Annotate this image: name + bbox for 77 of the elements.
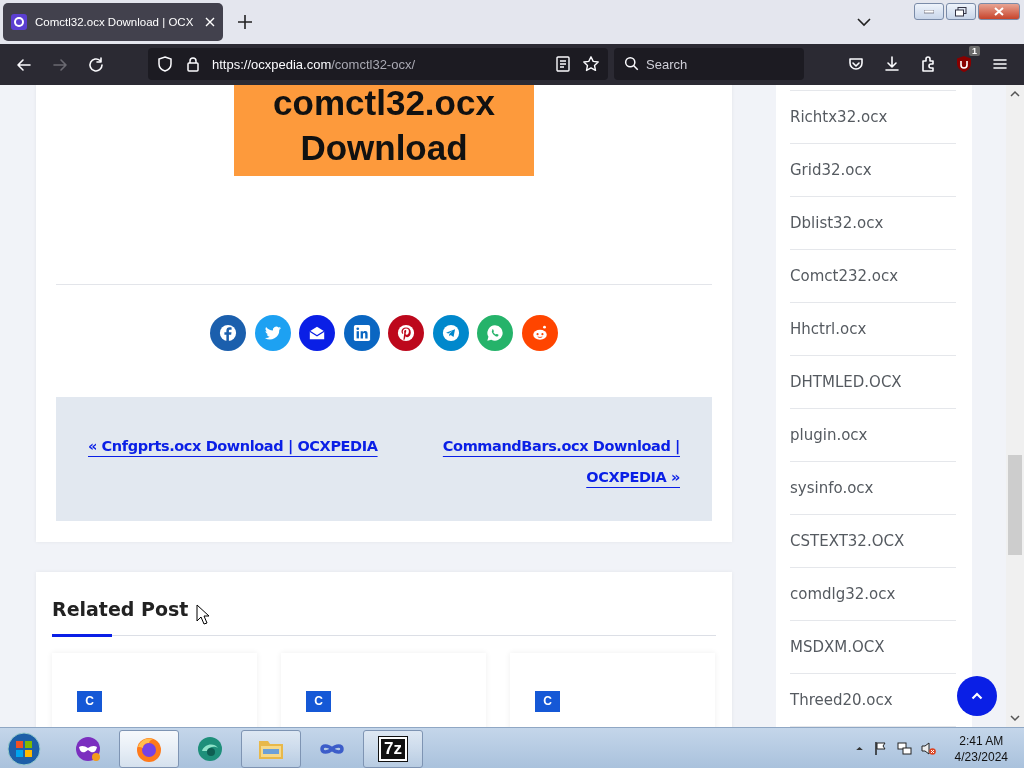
share-button[interactable] xyxy=(299,315,336,351)
url-text: https://ocxpedia.com/comctl32-ocx/ xyxy=(212,56,417,72)
share-button[interactable] xyxy=(343,315,380,351)
sidebar-link[interactable]: Hhctrl.ocx xyxy=(790,320,867,338)
sidebar-link[interactable]: Dblist32.ocx xyxy=(790,214,884,232)
archive-app-icon: 7z xyxy=(379,736,407,761)
close-button[interactable] xyxy=(978,3,1020,20)
lock-icon[interactable] xyxy=(184,55,202,73)
sidebar-link[interactable]: plugin.ocx xyxy=(790,426,868,444)
sidebar-link[interactable]: Richtx32.ocx xyxy=(790,108,888,126)
shield-icon[interactable] xyxy=(156,55,174,73)
scrollbar[interactable] xyxy=(1006,85,1024,727)
envelope-icon xyxy=(308,324,327,342)
scrollbar-thumb[interactable] xyxy=(1008,455,1022,555)
reload-icon[interactable] xyxy=(87,55,105,74)
sidebar-link[interactable]: Comct232.ocx xyxy=(790,267,899,285)
facebook-icon xyxy=(219,324,238,342)
scroll-down-icon[interactable] xyxy=(1010,713,1020,723)
star-icon[interactable] xyxy=(582,55,600,73)
phone-bubble-icon xyxy=(486,324,505,342)
category-tag[interactable]: C xyxy=(77,691,102,712)
share-button[interactable] xyxy=(388,315,425,351)
minimize-icon xyxy=(924,9,934,14)
bird-icon xyxy=(263,324,282,342)
scroll-to-top-button[interactable] xyxy=(957,676,997,716)
post-card[interactable]: C xyxy=(281,653,486,727)
pocket-icon[interactable] xyxy=(847,55,865,73)
previous-post-link[interactable]: « Cnfgprts.ocx Download | OCXPEDIA xyxy=(88,438,378,454)
share-button[interactable] xyxy=(432,315,469,351)
reader-view-icon[interactable] xyxy=(554,55,572,73)
paper-plane-icon xyxy=(441,324,460,342)
flag-icon[interactable] xyxy=(872,741,888,756)
site-favicon xyxy=(11,14,27,30)
shield-extension-icon[interactable] xyxy=(955,55,973,73)
mouse-cursor xyxy=(196,604,210,625)
taskbar-app[interactable]: 7z xyxy=(363,729,423,768)
pinterest-icon xyxy=(397,324,416,342)
sidebar-link[interactable]: Grid32.ocx xyxy=(790,161,872,179)
banner-image: comctl32.ocx Download xyxy=(234,85,534,176)
close-icon xyxy=(994,7,1004,16)
mask-icon xyxy=(74,734,102,763)
search-icon xyxy=(624,56,639,71)
alien-head-icon xyxy=(530,324,549,342)
category-tag[interactable]: C xyxy=(306,691,331,712)
search-field[interactable]: Search xyxy=(614,48,804,80)
browser-tab[interactable]: Comctl32.ocx Download | OCX xyxy=(3,3,223,41)
notification-badge: 1 xyxy=(969,46,980,56)
clock-time[interactable]: 2:41 AM xyxy=(954,732,1008,749)
taskbar-app[interactable] xyxy=(119,729,179,768)
address-bar[interactable]: https://ocxpedia.com/comctl32-ocx/ xyxy=(148,48,608,80)
sidebar-link[interactable]: Threed20.ocx xyxy=(790,691,893,709)
sidebar-link[interactable]: comdlg32.ocx xyxy=(790,585,896,603)
muted-speaker-icon[interactable] xyxy=(920,741,936,756)
download-icon[interactable] xyxy=(883,55,901,73)
post-card[interactable]: C xyxy=(510,653,715,727)
post-card[interactable]: C xyxy=(52,653,257,727)
sidebar-link[interactable]: CSTEXT32.OCX xyxy=(790,532,905,550)
category-tag[interactable]: C xyxy=(535,691,560,712)
sidebar-link[interactable]: MSDXM.OCX xyxy=(790,638,885,656)
sidebar-link[interactable]: sysinfo.ocx xyxy=(790,479,874,497)
close-icon[interactable] xyxy=(205,17,215,27)
network-icon[interactable] xyxy=(896,741,912,756)
tab-title: Comctl32.ocx Download | OCX xyxy=(35,16,195,28)
swirl-icon xyxy=(196,734,224,763)
linkedin-icon xyxy=(352,324,371,342)
sidebar-link[interactable]: DHTMLED.OCX xyxy=(790,373,902,391)
puzzle-piece-icon[interactable] xyxy=(919,55,937,73)
scroll-up-icon[interactable] xyxy=(1010,89,1020,99)
restore-icon xyxy=(955,6,967,17)
restore-button[interactable] xyxy=(946,3,976,20)
clock-date[interactable]: 4/23/2024 xyxy=(954,748,1008,765)
section-heading: Related Post xyxy=(52,598,189,622)
new-tab-icon[interactable] xyxy=(235,12,255,32)
next-post-link[interactable]: CommandBars.ocx Download | OCXPEDIA » xyxy=(440,431,680,493)
share-button[interactable] xyxy=(210,315,247,351)
caret-up-icon xyxy=(971,692,983,700)
start-button[interactable] xyxy=(6,730,42,767)
